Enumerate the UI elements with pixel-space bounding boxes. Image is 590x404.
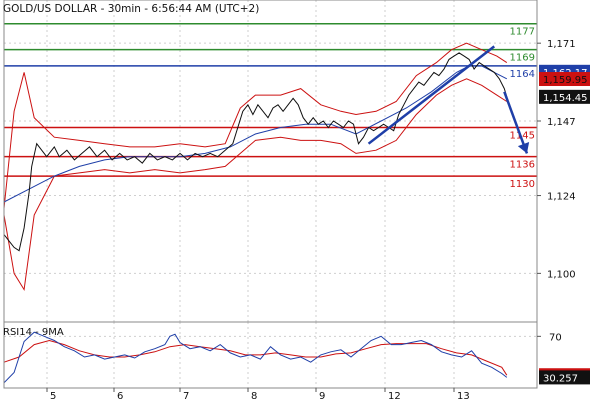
x-tick-label: 12 — [388, 391, 401, 400]
axes-layer: 1,171 1,147 1,124 1,100 5 6 7 8 9 12 13 70 — [3, 0, 576, 402]
rsi-badge-label: 30.257 — [543, 373, 578, 384]
rsi-title: RSI14 - 9MA — [3, 327, 64, 338]
series-layer — [3, 45, 530, 252]
price-chart: 117711691164114511361130 1,1711,1471,124… — [3, 0, 590, 402]
chart-root: 1177 1169 1164 1145 1136 1130 1,171 1,147 1,124… — [0, 0, 590, 402]
rsi-ma-line — [3, 339, 508, 376]
x-tick-label: 9 — [319, 391, 325, 400]
rsi-layer — [3, 331, 508, 384]
y-tick-label: 1,171 — [547, 39, 576, 50]
level-label: 1130 — [510, 179, 535, 190]
level-label: 1177 — [510, 27, 535, 38]
level-label: 1164 — [510, 69, 535, 80]
x-tick-label: 6 — [117, 391, 123, 400]
rsi-panel-frame — [3, 321, 538, 389]
x-tick-label: 8 — [251, 391, 257, 400]
price-badge-label: 1,154.45 — [543, 93, 588, 104]
grid-layer — [4, 0, 537, 388]
trendline — [367, 45, 496, 145]
chart-title: GOLD/US DOLLAR - 30min - 6:56:44 AM (UTC… — [3, 3, 259, 15]
y-tick-label: 1,147 — [547, 117, 576, 128]
rsi-line — [3, 331, 508, 384]
price-series — [3, 52, 508, 252]
x-tick-label: 7 — [183, 391, 189, 400]
level-label: 1136 — [510, 160, 535, 171]
rsi-y-tick-label: 70 — [549, 332, 562, 343]
x-tick-label: 5 — [50, 391, 56, 400]
badges-layer: 1,162.171,159.951,154.4532.354730.257 — [539, 64, 590, 385]
price-badge-label: 1,159.95 — [543, 75, 588, 86]
y-tick-label: 1,124 — [547, 192, 576, 203]
moving-average — [3, 65, 508, 203]
x-tick-label: 13 — [457, 391, 470, 400]
level-label: 1169 — [510, 53, 535, 64]
y-tick-label: 1,100 — [547, 269, 576, 280]
bollinger-upper — [3, 42, 508, 209]
